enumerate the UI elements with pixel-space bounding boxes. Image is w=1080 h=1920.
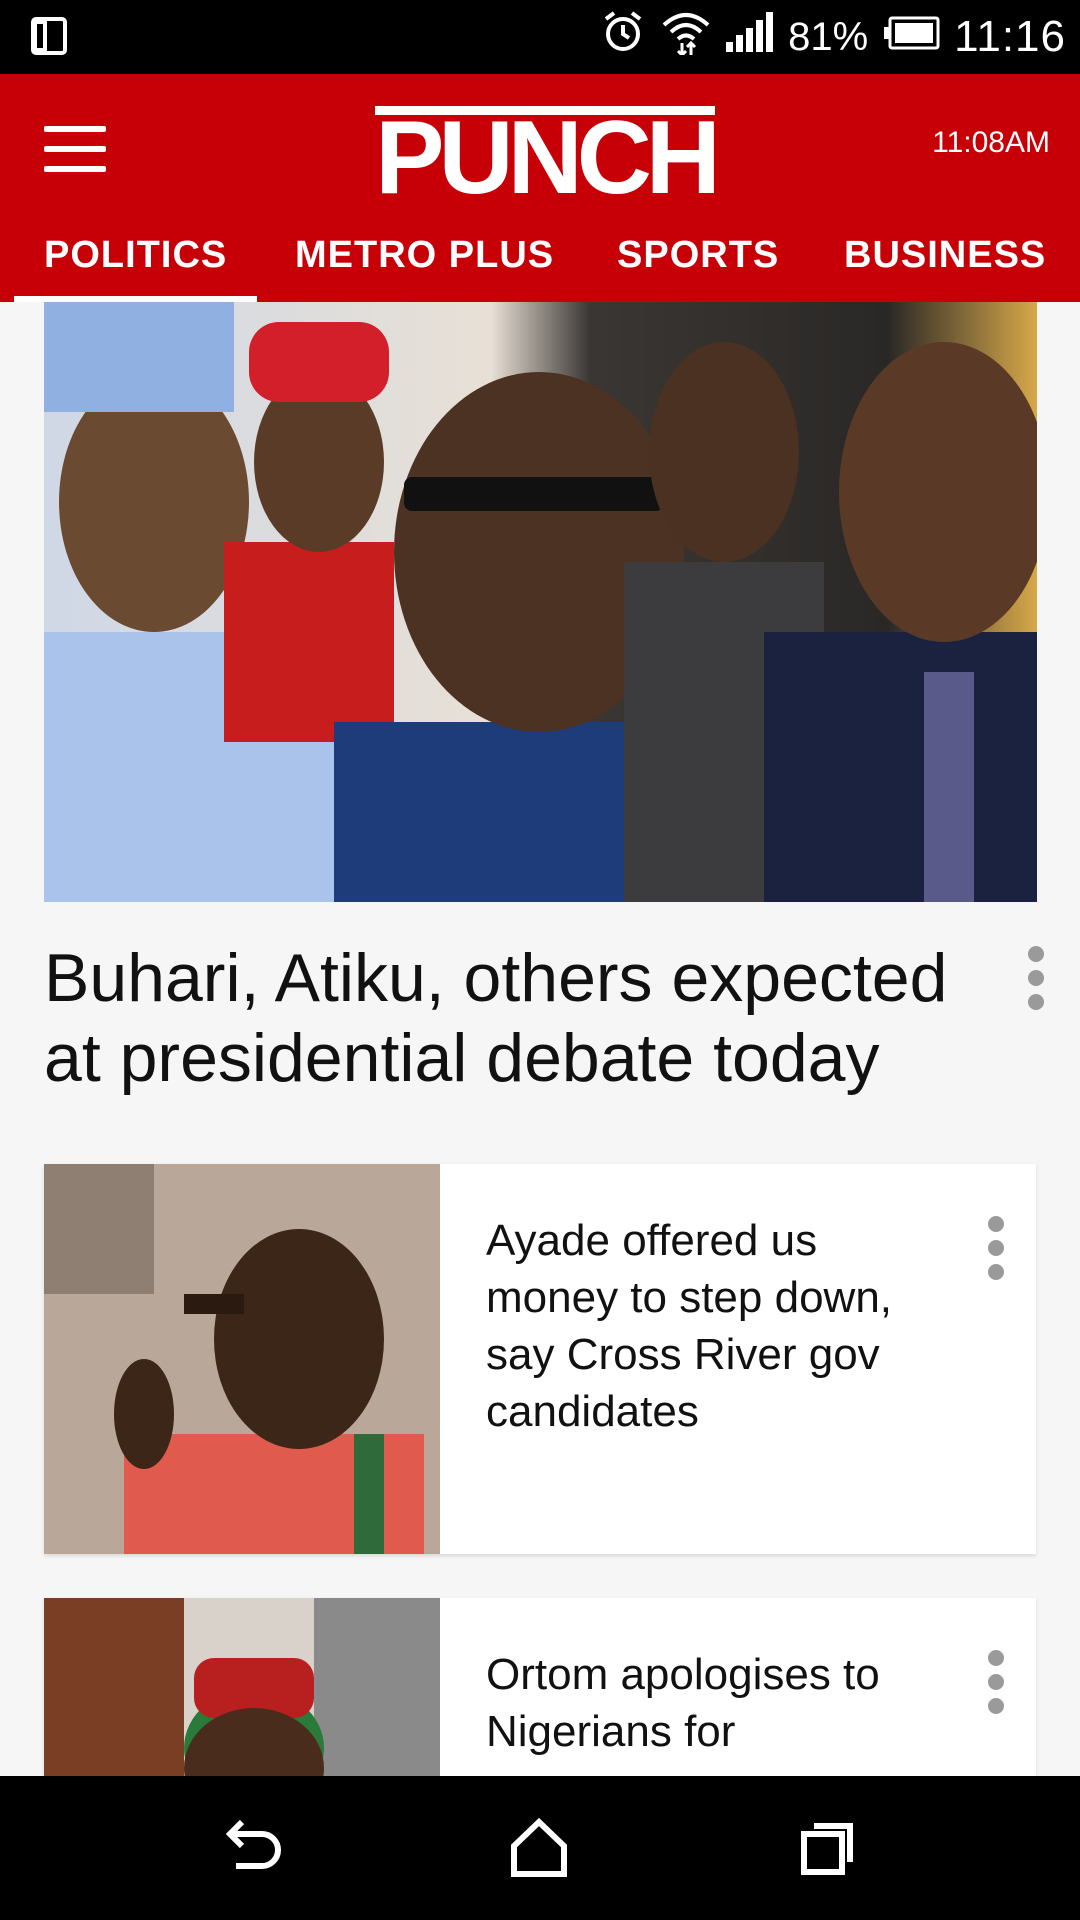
more-options-icon[interactable]	[988, 1216, 1008, 1280]
status-bar: 81% 11:16	[0, 0, 1080, 74]
battery-percent: 81%	[788, 14, 869, 59]
article-thumbnail	[44, 1598, 440, 1776]
hero-headline[interactable]: Buhari, Atiku, others expected at presid…	[44, 938, 1004, 1098]
alarm-icon	[600, 9, 646, 65]
signal-icon	[726, 12, 774, 62]
hamburger-menu-icon[interactable]	[44, 126, 106, 172]
wifi-icon	[660, 9, 712, 65]
more-options-icon[interactable]	[1028, 946, 1048, 1010]
tab-sports[interactable]: SPORTS	[617, 234, 779, 302]
tablet-icon	[30, 16, 68, 61]
status-time: 11:16	[954, 12, 1066, 61]
last-updated-time: 11:08AM	[932, 126, 1050, 159]
article-thumbnail	[44, 1164, 440, 1554]
article-feed[interactable]: Buhari, Atiku, others expected at presid…	[0, 302, 1080, 1776]
system-nav-bar	[0, 1776, 1080, 1920]
back-icon[interactable]	[218, 1816, 288, 1880]
hero-image[interactable]	[44, 302, 1037, 902]
logo-text: PUNCH	[375, 100, 721, 216]
battery-icon	[882, 15, 940, 60]
article-card[interactable]: Ortom apologises to Nigerians for	[44, 1598, 1036, 1776]
tab-metro-plus[interactable]: METRO PLUS	[295, 234, 554, 302]
tab-politics[interactable]: POLITICS	[13, 234, 258, 302]
tab-business[interactable]: BUSINESS	[844, 234, 1046, 302]
more-options-icon[interactable]	[988, 1650, 1008, 1714]
article-title: Ortom apologises to Nigerians for	[486, 1650, 880, 1756]
category-tabs: POLITICS METRO PLUS SPORTS BUSINESS	[0, 234, 1080, 302]
home-icon[interactable]	[504, 1816, 574, 1880]
recent-apps-icon[interactable]	[792, 1816, 862, 1880]
app-header: PUNCH 11:08AM POLITICS METRO PLUS SPORTS…	[0, 74, 1080, 302]
punch-logo: PUNCH	[375, 100, 721, 210]
article-title: Ayade offered us money to step down, say…	[486, 1216, 893, 1436]
article-card[interactable]: Ayade offered us money to step down, say…	[44, 1164, 1036, 1554]
